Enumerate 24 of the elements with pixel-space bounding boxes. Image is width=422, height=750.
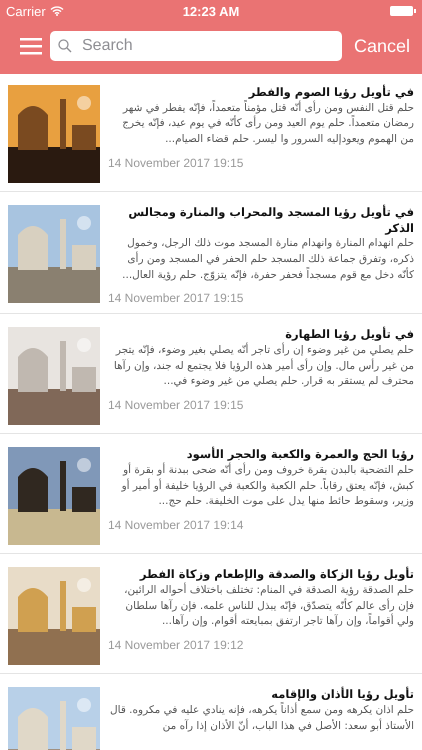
menu-icon[interactable]: [20, 37, 42, 55]
article-excerpt: حلم الصدقة رؤية الصدقة في المنام: تختلف باختلاف أحواله الرائين، فإن رأى عالم كأنّه يتصدّق، فإنّه يبذل للناس علمه. فإن رآها سلطان ولي أقواماً، وإن رآها تاجر ارتفق بمبايعته أقوام. وإن رآها...: [123, 582, 414, 630]
article-excerpt: حلم التضحية بالبدن بقرة خروف ومن رأى أنّه ضحى ببدنة أو بقرة أو كبش، فإنّه يعتق رقاباً. حلم الكعبة والكعبة في الرؤيا خليفة أو أمير أو وزير، وسقوط حائط منها يدل على موت الخليفة. حلم حج...: [120, 462, 414, 510]
article-date: 14 November 2017 19:15: [108, 156, 244, 170]
article-date: 14 November 2017 19:15: [108, 398, 244, 412]
article-excerpt: حلم يصلي من غير وضوء إن رأى تاجر أنّه يصلي بغير وضوء، فإنّه يتجر من غير رأس مال. وإن رأى أمير هذه الرؤيا فلا يجتمع له جند، وإن رآها محترف لم يستقر به قرار. حلم يصلي من غير وضوء في...: [112, 342, 414, 390]
status-time: 12:23 AM: [182, 4, 240, 18]
search-bar[interactable]: Search: [50, 31, 342, 61]
article-title[interactable]: تأويل رؤيا الزكاة والصدقة والإطعام وزكاة الفطر: [108, 567, 414, 583]
article-title[interactable]: تأويل رؤيا الأذان والإقامه: [108, 687, 414, 703]
article-title[interactable]: في تأويل رؤيا الصوم والفطر: [108, 85, 414, 101]
article-date: 14 November 2017 19:12: [108, 638, 244, 652]
article-date: 14 November 2017 19:15: [108, 291, 244, 306]
search-icon: [58, 39, 72, 53]
article-excerpt: حلم انهدام المنارة وانهدام منارة المسجد موت ذلك الرجل، وخمول ذكره، وتفرق جماعة ذلك المسجد حلم الحفر في المسجد ومن رأى كأنّه دخل مع قوم مسجداً فحفر حفرة، فإنّه يتزوّج. حلم رؤية العال...: [121, 236, 414, 283]
article-title[interactable]: في تأويل رؤيا المسجد والمحراب والمنارة ومجالس الذكر: [108, 205, 414, 236]
article-excerpt: حلم اذان يكرهه ومن سمع أذاناً يكرهه، فإنه ينادي عليه في مكروه. قال الأستاذ أبو سعد: الأصل في هذا الباب، أنّ الأذان إذا رآه من: [109, 702, 414, 734]
article-title[interactable]: رؤيا الحج والعمرة والكعبة والحجر الأسود: [108, 447, 414, 463]
article-date: 14 November 2017 19:14: [108, 518, 244, 532]
battery-icon: [390, 6, 416, 16]
wifi-icon: [50, 6, 64, 16]
carrier-name: Carrier: [6, 4, 46, 18]
article-title[interactable]: في تأويل رؤيا الطهارة: [108, 327, 414, 343]
article-excerpt: حلم قتل النفس ومن رأى أنّه قتل مؤمناً متعمداً، فإنّه يفطر في شهر رمضان متعمداً. حلم يوم العيد ومن رأى كأنّه في يوم عيد، فإنّه يخرج من الهموم ويعودإليه السرور وا ليسر. حلم قضاء الصيام...: [121, 100, 414, 148]
